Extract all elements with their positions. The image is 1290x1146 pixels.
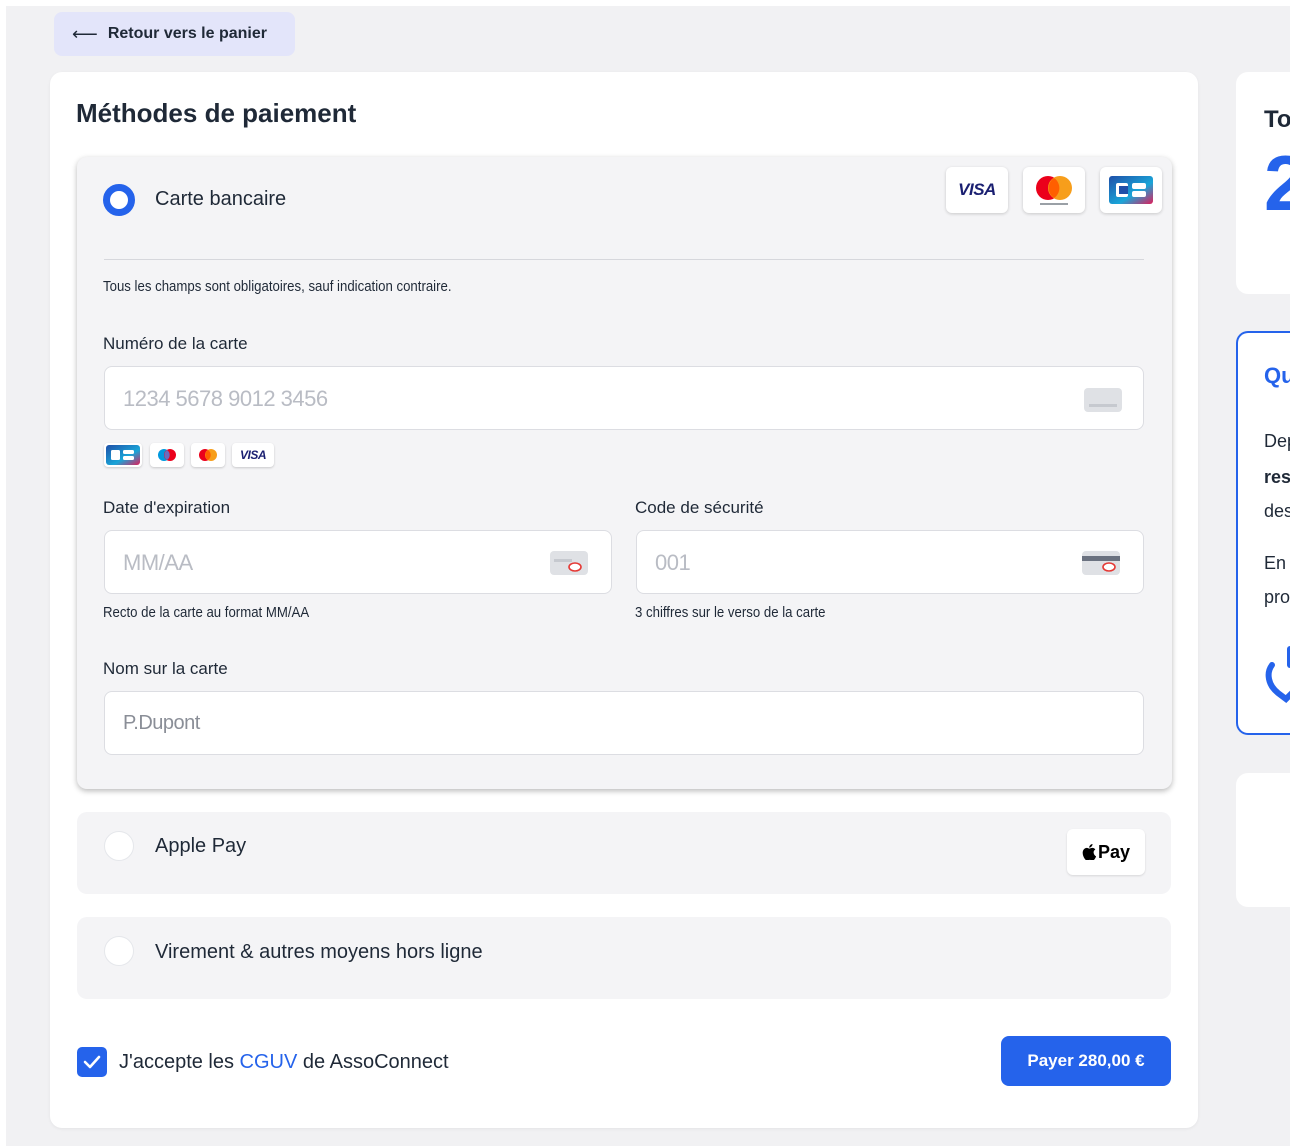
total-amount-fragment: 2 bbox=[1264, 139, 1290, 227]
arrow-left-icon: ⟵ bbox=[72, 23, 98, 44]
info-line: des bbox=[1264, 501, 1290, 521]
cguv-link[interactable]: CGUV bbox=[240, 1051, 298, 1073]
security-code-placeholder: 001 bbox=[655, 550, 691, 575]
back-to-cart-button[interactable]: ⟵ Retour vers le panier bbox=[54, 12, 295, 56]
security-code-hint: 3 chiffres sur le verso de la carte bbox=[635, 604, 826, 621]
card-back-icon bbox=[1082, 551, 1120, 575]
apple-pay-logo: Pay bbox=[1067, 829, 1145, 875]
apple-pay-label: Apple Pay bbox=[155, 835, 247, 857]
expiry-label: Date d'expiration bbox=[103, 498, 231, 517]
cb-logo bbox=[1100, 167, 1162, 213]
security-code-label: Code de sécurité bbox=[635, 498, 764, 517]
security-code-input[interactable]: 001 bbox=[636, 530, 1144, 594]
payment-methods-card: Méthodes de paiement Carte bancaire VISA bbox=[50, 72, 1198, 1128]
expiry-hint: Recto de la carte au format MM/AA bbox=[103, 604, 310, 621]
required-fields-notice: Tous les champs sont obligatoires, sauf … bbox=[103, 278, 452, 295]
terms-label: J'accepte les CGUV de AssoConnect bbox=[119, 1051, 449, 1073]
card-payment-radio[interactable] bbox=[103, 184, 135, 216]
section-divider bbox=[104, 259, 1144, 260]
pay-button[interactable]: Payer 280,00 € bbox=[1001, 1036, 1171, 1086]
card-icon bbox=[1084, 388, 1122, 412]
info-line: Dep bbox=[1264, 431, 1290, 451]
offline-payment-radio[interactable] bbox=[104, 936, 134, 966]
card-number-label: Numéro de la carte bbox=[103, 334, 248, 353]
expiry-input[interactable]: MM/AA bbox=[104, 530, 612, 594]
accepted-mastercard-icon bbox=[191, 443, 225, 467]
card-payment-option[interactable]: Carte bancaire VISA Tous les champs sont… bbox=[77, 157, 1172, 789]
heart-hand-icon bbox=[1265, 646, 1290, 703]
info-line: res bbox=[1264, 467, 1290, 487]
info-line: pro bbox=[1264, 587, 1290, 607]
terms-checkbox[interactable] bbox=[77, 1047, 107, 1077]
cardholder-name-input[interactable]: P.Dupont bbox=[104, 691, 1144, 755]
apple-icon bbox=[1082, 844, 1096, 860]
page-background: ⟵ Retour vers le panier Méthodes de paie… bbox=[6, 6, 1290, 1146]
cardholder-name-value: P.Dupont bbox=[123, 712, 200, 734]
apple-pay-radio[interactable] bbox=[104, 831, 134, 861]
offline-payment-label: Virement & autres moyens hors ligne bbox=[155, 941, 483, 963]
apple-pay-option[interactable]: Apple Pay Pay bbox=[77, 812, 1171, 894]
card-number-input[interactable]: 1234 5678 9012 3456 bbox=[104, 366, 1144, 430]
card-number-placeholder: 1234 5678 9012 3456 bbox=[123, 386, 328, 411]
sidebar-card bbox=[1236, 773, 1290, 907]
card-front-icon bbox=[550, 551, 588, 575]
order-total-card: To 2 bbox=[1236, 72, 1290, 294]
page-title: Méthodes de paiement bbox=[76, 98, 357, 128]
total-title-fragment: To bbox=[1264, 106, 1290, 133]
check-icon bbox=[83, 1055, 101, 1069]
back-to-cart-label: Retour vers le panier bbox=[107, 25, 267, 42]
visa-logo: VISA bbox=[946, 167, 1008, 213]
accepted-cb-icon bbox=[104, 443, 142, 467]
info-title-fragment: Qu bbox=[1264, 363, 1290, 388]
mastercard-logo bbox=[1023, 167, 1085, 213]
info-line: En p bbox=[1264, 553, 1290, 573]
info-card: Qu Dep res des En p pro bbox=[1236, 331, 1290, 735]
accepted-maestro-icon bbox=[150, 443, 184, 467]
offline-payment-option[interactable]: Virement & autres moyens hors ligne bbox=[77, 917, 1171, 999]
expiry-placeholder: MM/AA bbox=[123, 550, 193, 575]
card-payment-label: Carte bancaire bbox=[155, 188, 287, 210]
accepted-visa-icon: VISA bbox=[232, 443, 274, 467]
cardholder-name-label: Nom sur la carte bbox=[103, 659, 228, 678]
